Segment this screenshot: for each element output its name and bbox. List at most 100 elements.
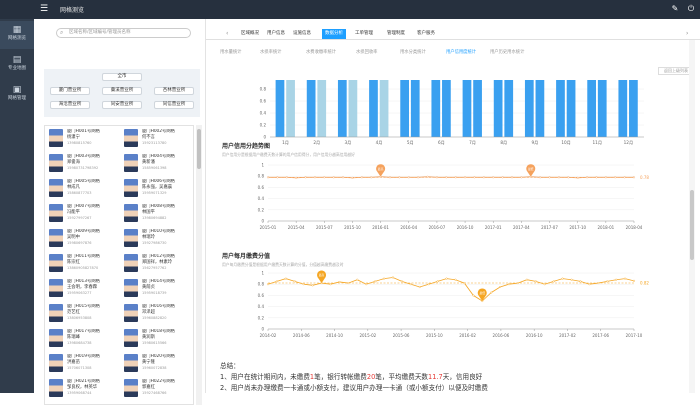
bar [400, 80, 410, 137]
tree-branch-button[interactable]: 海沧营业所 [50, 101, 90, 109]
search-input[interactable]: ⌕ 区域名称/区域编号/管理员名称 [56, 28, 191, 38]
manager-card[interactable]: 厦门H005号网格 林成凡 15860877703 [49, 178, 121, 200]
manager-card[interactable]: 厦门H013号网格 王会明，李春霖 15959063277 [49, 278, 121, 300]
list-scrollbar[interactable] [196, 125, 202, 405]
manager-card[interactable]: 厦门H012号网格 郑国祥，林素玲 15627957762 [124, 253, 193, 275]
x-tick-label: 8月 [500, 140, 507, 146]
tree-branch-button[interactable]: 同安营业所 [102, 101, 142, 109]
mark-point-label: 最低 [479, 291, 485, 295]
manager-card[interactable]: 厦门H014号网格 黄荫贞 15959018739 [124, 278, 193, 300]
x-tick-label: 2018-01 [597, 225, 614, 230]
x-tick-label: 10月 [561, 140, 571, 146]
manager-card[interactable]: 厦门H022号网格 郭嘉红 15927468766 [124, 378, 193, 400]
tab-item[interactable]: 数据分析 [322, 29, 346, 39]
manager-card[interactable]: 厦门H015号网格 范艺红 13806953808 [49, 303, 121, 325]
data-point [313, 176, 316, 179]
y-tick-label: 0 [261, 327, 264, 332]
data-point [284, 277, 287, 280]
tab-item[interactable]: 用户信息 [264, 29, 288, 39]
tab-item[interactable]: 客户服务 [414, 29, 438, 39]
x-tick-label: 2017-02 [559, 333, 576, 338]
x-tick-label: 3月 [344, 140, 351, 146]
map-icon: ▤ [12, 55, 22, 65]
manager-card[interactable]: 厦门H021号网格 邹良权，林英华 13959068744 [49, 378, 121, 400]
manager-phone: 15959063277 [67, 291, 92, 295]
nav-item-grid-manage[interactable]: ▣ 网格管理 [0, 81, 34, 109]
x-tick-label: 2016-02 [459, 333, 476, 338]
manager-list: 厦门H001号网格 杨潇宁 13980815760 厦门H002号网格 何不言 15923… [44, 125, 194, 405]
sub-tab-item[interactable]: 用户信用度统计 [446, 49, 476, 55]
average-label: 0.78 [640, 175, 649, 180]
grid-name: 厦门H011号网格 [67, 254, 100, 259]
avatar [49, 304, 63, 322]
data-point [499, 286, 502, 289]
manager-card[interactable]: 厦门H009号网格 吴明中 15980697876 [49, 228, 121, 250]
manager-card[interactable]: 厦门H003号网格 郑俊海 15980731798392 [49, 153, 121, 175]
sub-tab-item[interactable]: 水损回收率 [356, 49, 377, 55]
grid-name: 厦门H008号网格 [142, 204, 175, 209]
data-point [445, 277, 448, 280]
y-tick-label: 0 [263, 135, 266, 140]
manager-card[interactable]: 厦门H008号网格 林国平 13980694882 [124, 203, 193, 225]
scroll-thumb[interactable] [197, 129, 201, 169]
sub-tab-item[interactable]: 水损率统计 [260, 49, 281, 55]
sub-tab-item[interactable]: 水费收缴率统计 [306, 49, 336, 55]
x-tick-label: 6月 [438, 140, 445, 146]
manager-card[interactable]: 厦门H018号网格 黄润斯 15980615566 [124, 328, 193, 350]
bar [587, 80, 597, 137]
tab-item[interactable]: 区域概况 [238, 29, 262, 39]
data-point [539, 176, 542, 179]
nav-label: 网格测览 [8, 36, 26, 41]
pin-icon[interactable]: ✎ [670, 4, 680, 14]
grid-icon: ▦ [12, 25, 22, 35]
manager-phone: 13980684738 [67, 341, 92, 345]
main-scrollbar[interactable] [689, 40, 695, 393]
tree-branch-button[interactable]: 杏林营业所 [154, 87, 194, 95]
nav-item-grid-browse[interactable]: ▦ 网格测览 [0, 21, 34, 49]
mark-point-label: 最高 [319, 273, 325, 277]
x-tick-label: 2015-04 [288, 225, 305, 230]
manager-card[interactable]: 厦门H019号网格 洪嘉苗 15706071308 [49, 353, 121, 375]
tab-item[interactable]: 管理制度 [384, 29, 408, 39]
monthly-bar-chart: 0 0.2 0.4 0.6 0.8 1月 2月 3月 4月 5月 6月 7月 8月 9月 10月 11月 12月 [260, 80, 644, 146]
tab-item[interactable]: 工单管理 [352, 29, 376, 39]
manager-name: 林瑞玲 [142, 235, 155, 240]
grid-name: 厦门H020号网格 [142, 354, 175, 359]
manager-card[interactable]: 厦门H001号网格 杨潇宁 13980815760 [49, 128, 121, 150]
manager-card[interactable]: 厦门H010号网格 林瑞玲 15927986730 [124, 228, 193, 250]
manager-phone: 15927986730 [142, 241, 167, 245]
tree-branch-button[interactable]: 藁溪营业所 [102, 87, 142, 95]
tab-item[interactable]: 设施信息 [290, 29, 314, 39]
sub-tab-item[interactable]: 用水量统计 [220, 49, 241, 55]
grid-name: 厦门H005号网格 [67, 179, 100, 184]
manager-card[interactable]: 厦门H017号网格 陈瑞峰 13980684738 [49, 328, 121, 350]
tab-prev-icon[interactable]: ‹ [226, 30, 232, 38]
tab-next-icon[interactable]: › [686, 30, 692, 38]
data-point [567, 176, 570, 179]
manager-card[interactable]: 厦门H016号网格 邓泽超 15960882820 [124, 303, 193, 325]
tree-root-button[interactable]: 全市 [102, 73, 142, 81]
manager-card[interactable]: 厦门H004号网格 黄新潘 15859061398 [124, 153, 193, 175]
avatar [124, 154, 138, 172]
nav-label: 网格管理 [8, 96, 26, 101]
x-tick-label: 2014-10 [326, 333, 343, 338]
data-point [293, 280, 296, 283]
tree-branch-button[interactable]: 同信营业所 [154, 101, 194, 109]
avatar [124, 204, 138, 222]
sub-tab-item[interactable]: 用户历史用水统计 [490, 49, 524, 55]
bar [473, 80, 482, 137]
menu-icon[interactable]: ☰ [40, 4, 49, 14]
bar [379, 80, 389, 137]
manager-card[interactable]: 厦门H020号网格 黄宁隆 15960072838 [124, 353, 193, 375]
power-icon[interactable]: ⏻ [686, 4, 696, 14]
manager-card[interactable]: 厦门H006号网格 陈永强，吴嘉晨 15959071329 [124, 178, 193, 200]
manager-card[interactable]: 厦门H011号网格 陈宗红 13860905827870 [49, 253, 121, 275]
sub-tab-item[interactable]: 用水分类统计 [400, 49, 426, 55]
manager-card[interactable]: 厦门H007号网格 冯能平 15927997267 [49, 203, 121, 225]
nav-item-map[interactable]: ▤ 专业地图 [0, 51, 34, 79]
app-title: 网格测览 [60, 7, 85, 14]
scroll-thumb[interactable] [690, 190, 694, 260]
data-point [304, 176, 307, 179]
manager-card[interactable]: 厦门H002号网格 何不言 15923113780 [124, 128, 193, 150]
tree-branch-button[interactable]: 厦门营业所 [50, 87, 90, 95]
